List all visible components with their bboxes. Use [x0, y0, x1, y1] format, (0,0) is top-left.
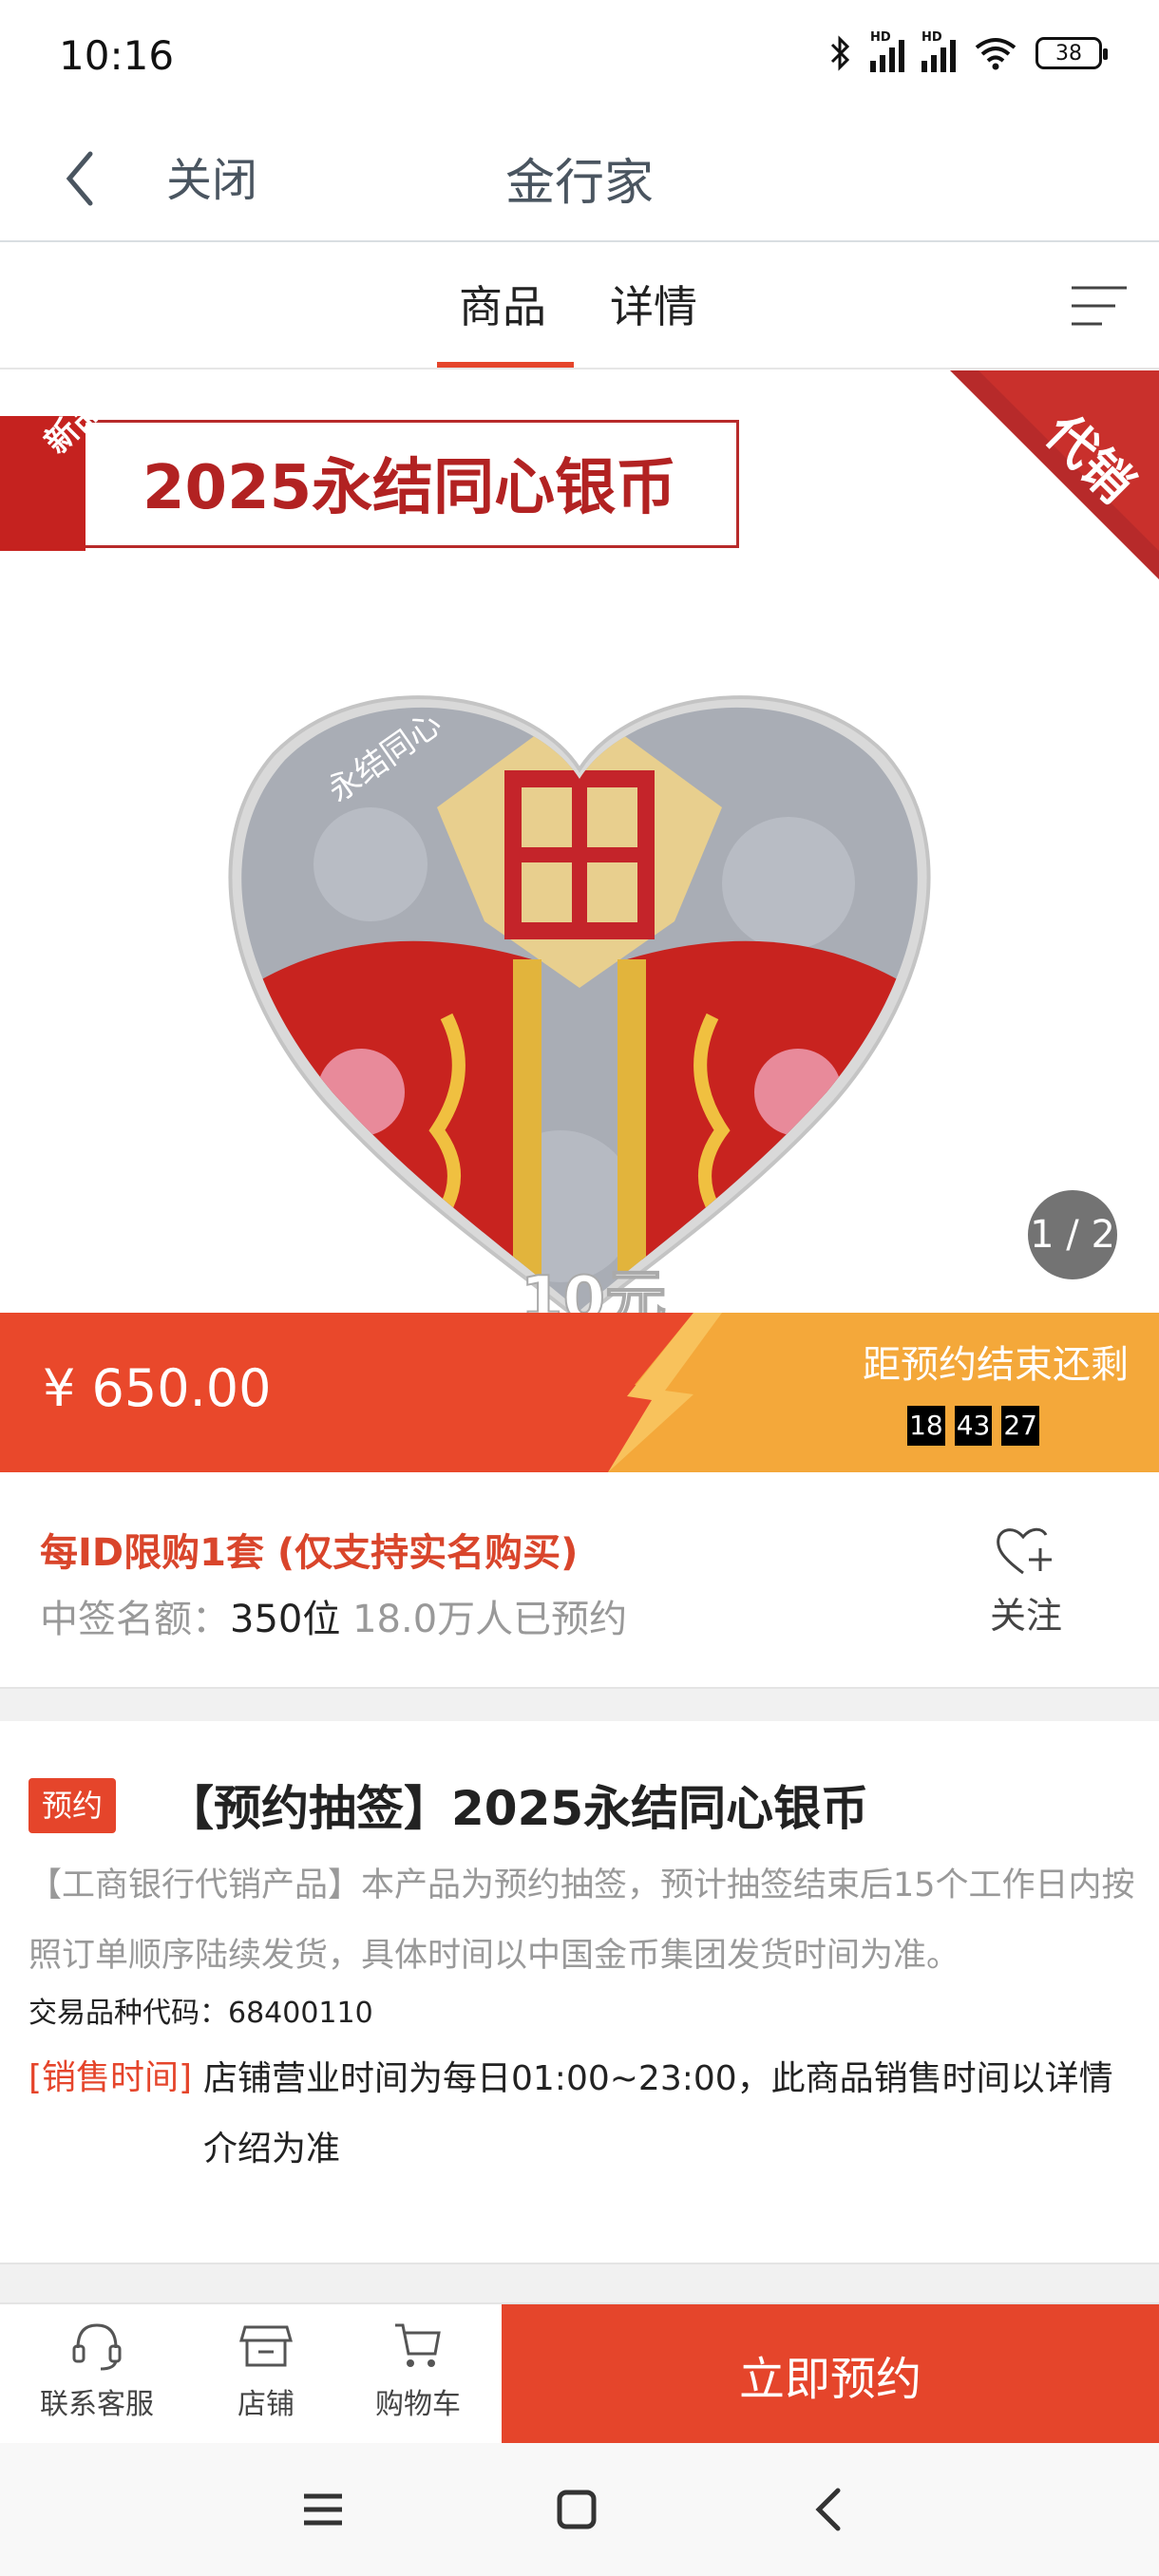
hd-label: HD — [922, 30, 942, 45]
store-icon — [239, 2325, 293, 2367]
battery-indicator: 38 — [1036, 37, 1108, 69]
purchase-limit: 每ID限购1套 (仅支持实名购买) — [40, 1531, 579, 1575]
bottom-action-bar: 联系客服 店铺 购物车 立即预约 — [0, 2302, 1159, 2445]
status-time: 10:16 — [59, 32, 175, 79]
home-icon[interactable] — [546, 2479, 607, 2540]
quota-label: 中签名额： — [40, 1598, 230, 1641]
product-code: 交易品种代码：68400110 — [28, 1997, 373, 2030]
customer-service-button[interactable]: 联系客服 — [38, 2318, 156, 2422]
sale-time-label: [销售时间] — [28, 2058, 193, 2097]
section-divider — [0, 2264, 1159, 2302]
sale-time-text: 店铺营业时间为每日01:00~23:00，此商品销售时间以详情介绍为准 — [203, 2059, 1113, 2169]
recent-apps-icon[interactable] — [293, 2479, 353, 2540]
hd-label: HD — [870, 30, 891, 45]
heart-plus-icon — [997, 1527, 1052, 1575]
countdown-seconds: 27 — [1001, 1406, 1039, 1446]
follow-label: 关注 — [989, 1595, 1062, 1637]
section-divider — [0, 1689, 1159, 1721]
tab-product[interactable]: 商品 — [459, 273, 546, 335]
price: ¥ 650.00 — [43, 1358, 272, 1418]
cart-label: 购物车 — [375, 2388, 461, 2421]
wifi-icon — [975, 38, 1016, 70]
system-navigation-bar — [0, 2443, 1159, 2576]
product-description: 【工商银行代销产品】本产品为预约抽签，预计抽签结束后15个工作日内按照订单顺序陆… — [28, 1866, 1135, 1975]
bluetooth-icon — [830, 35, 850, 71]
product-info: 预约 【预约抽签】2025永结同心银币 【工商银行代销产品】本产品为预约抽签，预… — [0, 1721, 1159, 2264]
status-icons: HD HD 38 — [828, 30, 1108, 72]
tab-bar: 商品 详情 — [0, 244, 1159, 369]
signal-1-icon: HD — [870, 30, 904, 72]
reserved-count: 18.0万人已预约 — [352, 1598, 628, 1641]
countdown-label: 距预约结束还剩 — [863, 1343, 1129, 1387]
product-image-carousel[interactable]: 新品 2025永结同心银币 代销 永结同心 10元 1 / 2 — [0, 370, 1159, 1313]
store-button[interactable]: 店铺 — [218, 2318, 314, 2422]
system-back-icon[interactable] — [800, 2479, 861, 2540]
banner-title: 2025永结同心银币 — [142, 453, 677, 523]
countdown-minutes: 43 — [954, 1406, 993, 1446]
signal-2-icon: HD — [922, 30, 956, 72]
price-bar: ¥ 650.00 距预约结束还剩 18 43 27 — [0, 1313, 1159, 1472]
quota-line: 中签名额：350位 18.0万人已预约 — [40, 1588, 627, 1643]
countdown-hours: 18 — [907, 1406, 945, 1446]
customer-service-label: 联系客服 — [40, 2388, 154, 2421]
page-title: 金行家 — [504, 155, 654, 212]
purchase-info: 每ID限购1套 (仅支持实名购买) 中签名额：350位 18.0万人已预约 关注 — [0, 1472, 1159, 1689]
menu-icon[interactable] — [1068, 282, 1130, 330]
cart-icon — [395, 2323, 441, 2367]
image-page-indicator: 1 / 2 — [1028, 1190, 1117, 1279]
nav-bar: 关闭 金行家 — [0, 114, 1159, 242]
quota-value: 350位 — [230, 1598, 341, 1641]
product-title: 【预约抽签】2025永结同心银币 — [166, 1781, 869, 1836]
cart-button[interactable]: 购物车 — [370, 2318, 466, 2422]
status-bar: 10:16 HD HD 38 — [0, 0, 1159, 114]
follow-button[interactable]: 关注 — [978, 1524, 1074, 1638]
reservation-badge: 预约 — [28, 1778, 117, 1833]
tab-detail[interactable]: 详情 — [610, 273, 697, 335]
reserve-now-button[interactable]: 立即预约 — [502, 2304, 1159, 2445]
headset-icon — [72, 2323, 122, 2371]
countdown-timer: 18 43 27 — [907, 1406, 1039, 1446]
coin-denomination: 10元 — [520, 1263, 667, 1313]
store-label: 店铺 — [238, 2388, 294, 2421]
active-tab-indicator — [437, 362, 574, 368]
